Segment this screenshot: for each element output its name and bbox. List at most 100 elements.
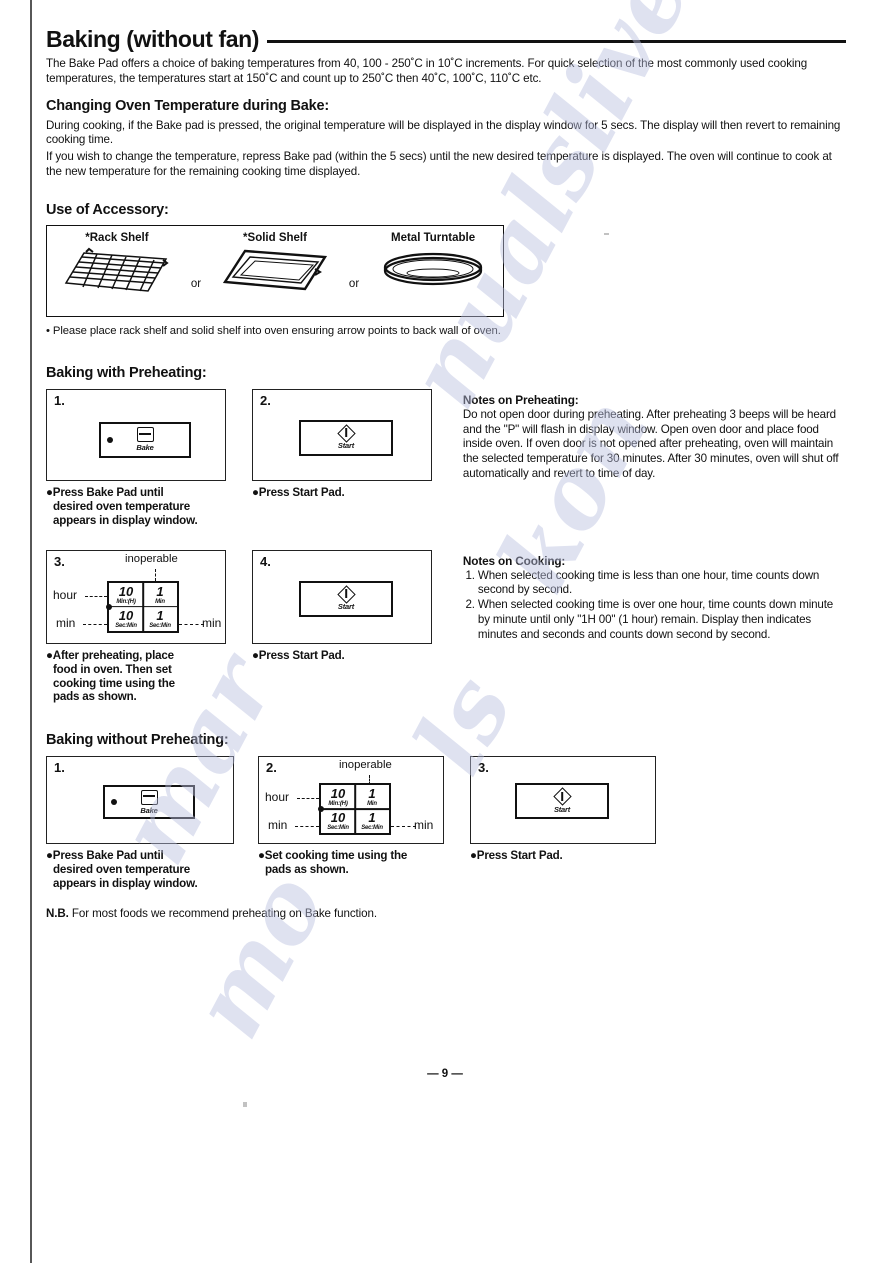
step-box: 1. Bake — [46, 756, 234, 845]
start-pad[interactable]: Start — [515, 783, 609, 820]
changing-temp-paragraph-1: During cooking, if the Bake pad is press… — [46, 118, 841, 147]
bake-pad[interactable]: Bake — [99, 421, 191, 458]
min-label-right: min — [414, 818, 434, 833]
oven-icon — [136, 427, 154, 443]
changing-temp-heading: Changing Oven Temperature during Bake: — [46, 97, 329, 114]
start-pad[interactable]: Start — [298, 580, 393, 617]
step-caption-line-3: cooking time using the — [53, 676, 175, 690]
step-caption: ●Press Start Pad. — [252, 649, 463, 663]
step-without-preheating-2: 2. inoperable hour min 10 Min:(H) 1 Min … — [258, 756, 470, 877]
accessory-item-solid-shelf: *Solid Shelf — [205, 226, 345, 298]
accessory-item-rack-shelf: *Rack Shelf — [47, 226, 187, 298]
page-title-row: Baking (without fan) — [46, 26, 846, 53]
time-pad-cell-10-min-h[interactable]: 10 Min:(H) — [109, 583, 143, 607]
step-caption-line-3: appears in display window. — [53, 513, 198, 527]
step-caption-line-4: pads as shown. — [53, 690, 137, 704]
accessory-box: *Rack Shelf or *Solid Shelf or Metal Tur… — [46, 224, 504, 317]
bake-pad-label: Bake — [140, 805, 158, 815]
with-preheating-heading: Baking with Preheating: — [46, 364, 207, 381]
cell-value: 10 — [330, 786, 346, 802]
step-caption: ●Press Bake Pad until desired oven tempe… — [46, 849, 258, 891]
accessory-label-rack-shelf: *Rack Shelf — [85, 231, 149, 244]
scan-speck — [243, 1102, 247, 1107]
step-caption: ●Press Start Pad. — [470, 849, 670, 863]
step-caption-line-1: ●Press Bake Pad until — [46, 849, 164, 863]
step-caption: ●Press Bake Pad until desired oven tempe… — [46, 486, 252, 528]
time-pad-cell-1-min[interactable]: 1 Min — [355, 785, 389, 809]
min-leader-left — [83, 623, 107, 625]
notes-on-cooking-title: Notes on Cooking: — [462, 553, 566, 568]
cell-sublabel: Sec:Min — [327, 825, 349, 832]
step-number: 1. — [54, 392, 65, 408]
step-number: 4. — [259, 553, 271, 569]
time-pad-cell-10-sec-min[interactable]: 10 Sec:Min — [109, 607, 143, 631]
matrix-divider-horizontal — [109, 605, 177, 608]
time-pad-cell-10-min-h[interactable]: 10 Min:(H) — [321, 785, 355, 809]
step-caption: ●Press Start Pad. — [252, 486, 463, 500]
notes-on-preheating-body: Do not open door during preheating. Afte… — [462, 407, 839, 480]
cell-sublabel: Sec:Min — [149, 622, 171, 629]
min-leader-right — [179, 623, 204, 625]
step-number: 3. — [478, 760, 489, 776]
matrix-indicator-dot — [318, 806, 324, 813]
time-pad-cell-1-sec-min[interactable]: 1 Sec:Min — [143, 607, 177, 631]
time-pad-matrix[interactable]: 10 Min:(H) 1 Min 10 Sec:Min 1 Sec:Min — [106, 580, 179, 633]
min-leader-right — [391, 826, 416, 828]
page-title: Baking (without fan) — [46, 26, 260, 52]
inoperable-label: inoperable — [339, 759, 392, 772]
cell-sublabel: Min:(H) — [328, 801, 348, 808]
start-diamond-icon — [553, 787, 572, 807]
step-caption-line-2: food in oven. Then set — [53, 662, 172, 676]
step-with-preheating-2: 2. Start ●Press Start Pad. — [251, 388, 463, 500]
without-preheating-heading: Baking without Preheating: — [46, 732, 229, 749]
step-caption: ●After preheating, place food in oven. T… — [46, 649, 252, 705]
bake-pad[interactable]: Bake — [103, 785, 195, 820]
time-pad-cell-10-sec-min[interactable]: 10 Sec:Min — [321, 809, 355, 833]
step-without-preheating-1: 1. Bake ●Press Bake Pad until desired ov… — [46, 756, 258, 891]
step-caption-line-2: desired oven temperature — [53, 499, 190, 513]
without-preheating-row: 1. Bake ●Press Bake Pad until desired ov… — [46, 756, 846, 891]
step-box: 1. Bake — [46, 388, 226, 481]
page-number: — 9 — — [427, 1068, 463, 1080]
step-caption-line-1: ●Press Start Pad. — [251, 648, 345, 662]
step-number: 1. — [54, 760, 65, 776]
matrix-divider-horizontal — [321, 808, 389, 811]
accessory-separator-1: or — [190, 277, 202, 290]
accessory-label-metal-turntable: Metal Turntable — [391, 231, 476, 244]
notes-on-preheating-title: Notes on Preheating: — [462, 392, 579, 407]
cell-value: 10 — [330, 810, 346, 826]
intro-paragraph: The Bake Pad offers a choice of baking t… — [46, 57, 808, 85]
notes-on-cooking-item-1: When selected cooking time is less than … — [478, 569, 846, 598]
cell-value: 10 — [118, 607, 134, 623]
nb-prefix: N.B. — [46, 907, 69, 921]
step-with-preheating-4: 4. Start ●Press Start Pad. — [251, 549, 463, 663]
start-pad[interactable]: Start — [298, 419, 393, 456]
bake-pad-label: Bake — [136, 443, 154, 453]
nb-note: N.B. For most foods we recommend preheat… — [46, 907, 846, 920]
step-caption-line-3: appears in display window. — [53, 877, 198, 891]
time-pad-cell-1-min[interactable]: 1 Min — [143, 583, 177, 607]
notes-on-preheating: Notes on Preheating: Do not open door du… — [463, 393, 846, 482]
step-without-preheating-3: 3. Start ●Press Start Pad. — [470, 756, 670, 863]
step-box: 4. Start — [251, 549, 432, 644]
time-pad-matrix[interactable]: 10 Min:(H) 1 Min 10 Sec:Min 1 Sec:Min — [318, 783, 391, 836]
min-leader-left — [295, 826, 319, 828]
pad-indicator-dot — [111, 799, 117, 806]
min-label-left: min — [56, 615, 76, 630]
step-caption-line-1: ●Set cooking time using the — [258, 849, 408, 863]
accessory-footnote: • Please place rack shelf and solid shel… — [46, 324, 501, 337]
step-caption-line-1: ●Press Bake Pad until — [46, 485, 164, 499]
time-pad-cell-1-sec-min[interactable]: 1 Sec:Min — [355, 809, 389, 833]
cell-value: 1 — [368, 810, 376, 826]
cell-sublabel: Min — [367, 801, 377, 808]
min-label-right: min — [202, 615, 222, 630]
oven-icon — [140, 789, 158, 805]
accessory-label-solid-shelf: *Solid Shelf — [243, 231, 307, 244]
start-diamond-icon — [337, 584, 356, 604]
step-box: 3. Start — [470, 756, 656, 845]
accessory-item-metal-turntable: Metal Turntable — [363, 226, 503, 298]
inoperable-leader — [155, 568, 156, 581]
hour-leader — [297, 798, 319, 800]
time-pad-diagram: inoperable hour min 10 Min:(H) 1 Min 10 … — [259, 757, 443, 843]
title-rule — [267, 40, 846, 43]
